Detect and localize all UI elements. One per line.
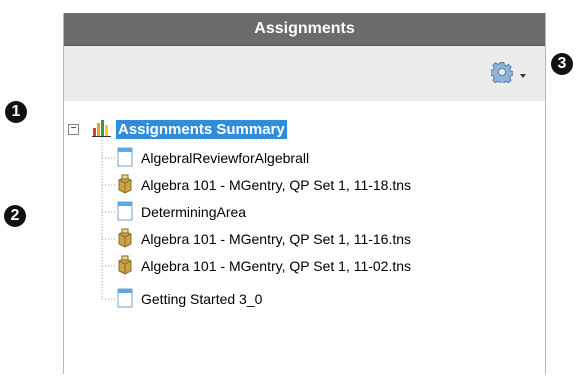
callout-marker-1: 1 [5, 101, 27, 123]
tree-root-row[interactable]: − Assignments Summary [68, 119, 287, 139]
assignments-panel: Assignments − Assignments Summary Algebr… [63, 13, 546, 374]
document-icon [117, 288, 133, 311]
tree-item[interactable]: Algebra 101 - MGentry, QP Set 1, 11-16.t… [117, 228, 412, 251]
chevron-down-icon [520, 73, 526, 78]
tree-item[interactable]: AlgebralReviewforAlgebrall [117, 147, 310, 170]
panel-toolbar [64, 46, 545, 101]
tree-item-label: Algebra 101 - MGentry, QP Set 1, 11-18.t… [141, 177, 412, 193]
bar-chart-icon [92, 119, 112, 140]
document-icon [117, 147, 133, 170]
tree-item[interactable]: DeterminingArea [117, 201, 247, 224]
collapse-toggle[interactable]: − [68, 123, 79, 135]
gear-icon [490, 61, 514, 88]
tree-item[interactable]: Algebra 101 - MGentry, QP Set 1, 11-02.t… [117, 255, 412, 278]
panel-header: Assignments [64, 13, 545, 46]
panel-title: Assignments [254, 20, 355, 37]
tree-root-label: Assignments Summary [116, 119, 287, 139]
tree-item-label: Getting Started 3_0 [141, 291, 263, 307]
settings-menu-button[interactable] [490, 61, 526, 88]
tree-item-label: DeterminingArea [141, 204, 247, 220]
tree-item-label: Algebra 101 - MGentry, QP Set 1, 11-02.t… [141, 258, 412, 274]
tree-item[interactable]: Getting Started 3_0 [117, 288, 263, 311]
document-icon [117, 201, 133, 224]
package-icon [117, 255, 133, 278]
tree-guide-lines [101, 137, 116, 300]
callout-marker-2: 2 [4, 205, 26, 227]
callout-marker-3: 3 [551, 53, 573, 75]
tree-item-label: Algebra 101 - MGentry, QP Set 1, 11-16.t… [141, 231, 412, 247]
tree-item-label: AlgebralReviewforAlgebrall [141, 150, 310, 166]
package-icon [117, 174, 133, 197]
tree-item[interactable]: Algebra 101 - MGentry, QP Set 1, 11-18.t… [117, 174, 412, 197]
package-icon [117, 228, 133, 251]
